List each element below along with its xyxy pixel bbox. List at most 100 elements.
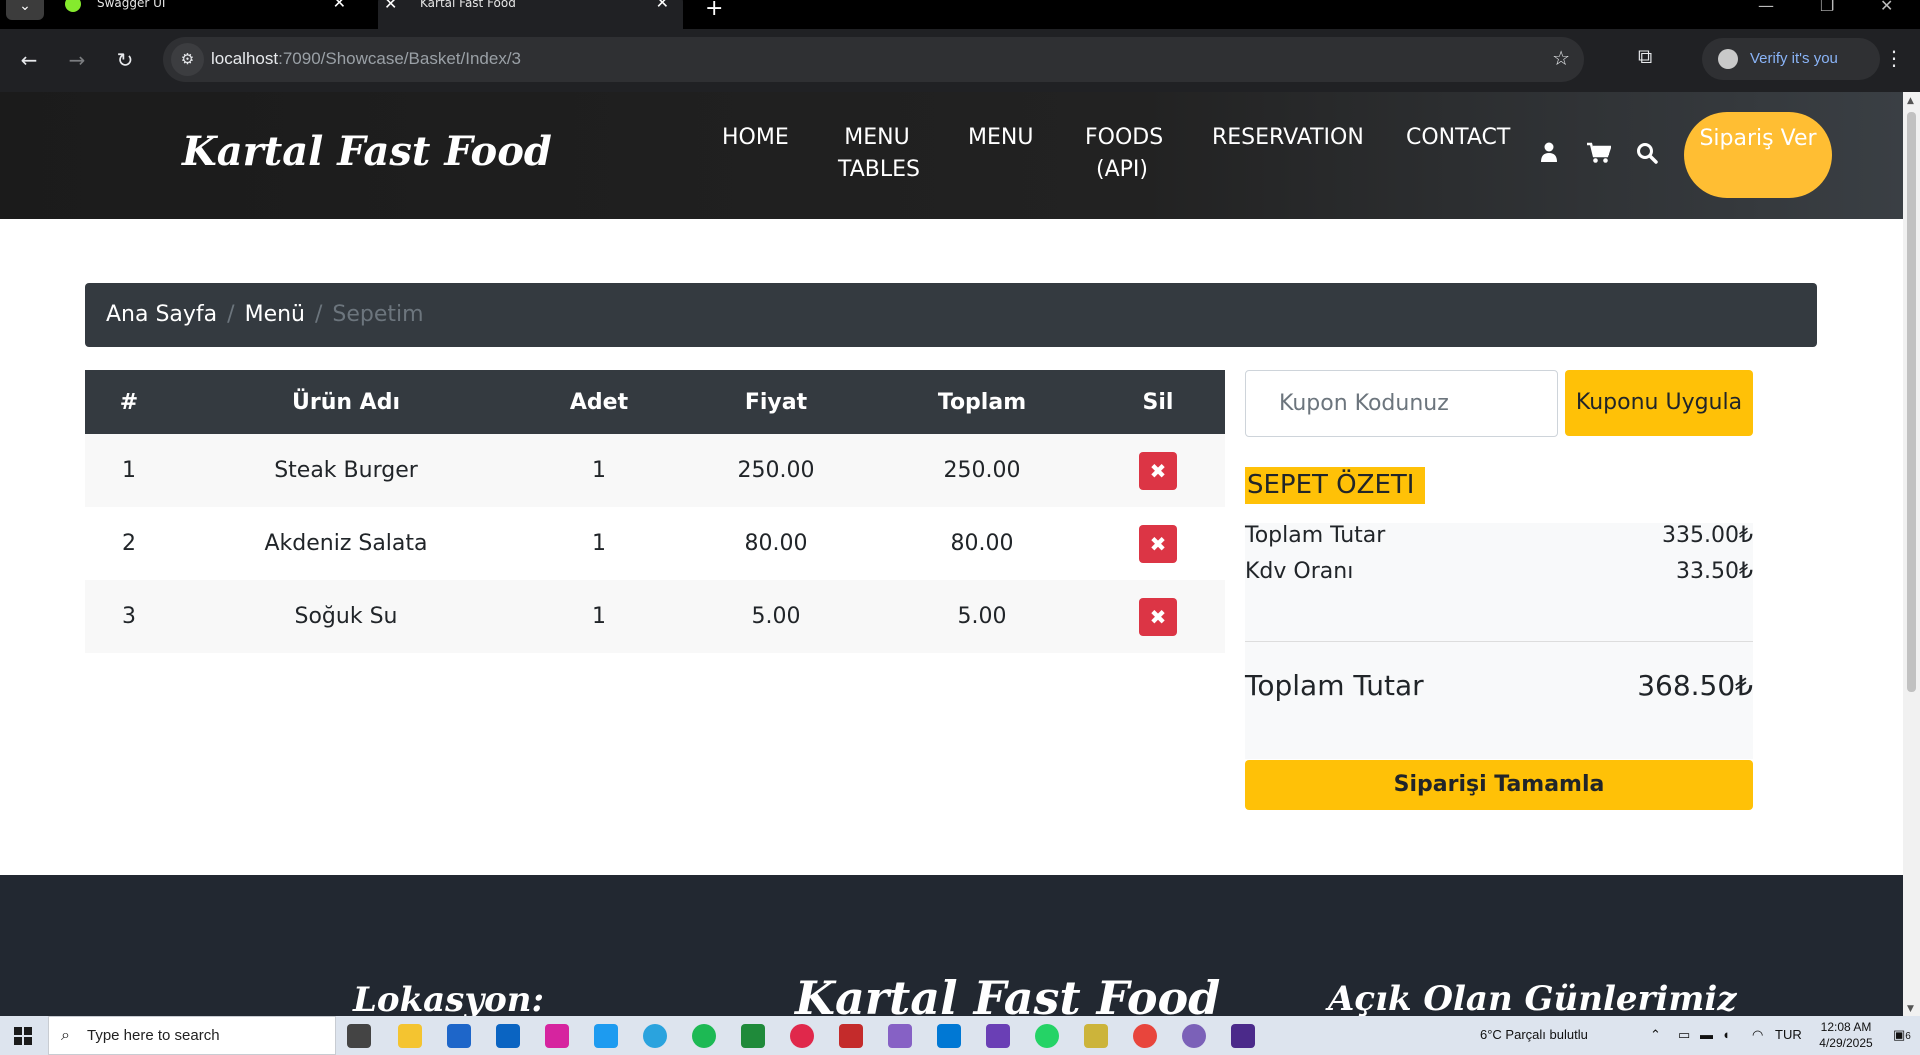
network-icon[interactable]: ▭ xyxy=(1678,1027,1690,1043)
nav-home[interactable]: HOME xyxy=(722,122,789,154)
telegram-icon[interactable] xyxy=(643,1024,667,1048)
weather-widget[interactable]: 6°C Parçalı bulutlu xyxy=(1480,1027,1588,1042)
scroll-down-icon[interactable]: ▼ xyxy=(1907,1004,1914,1014)
site-header: Kartal Fast Food HOME MENU TABLES MENU F… xyxy=(0,92,1903,219)
apply-coupon-button[interactable]: Kuponu Uygula xyxy=(1565,370,1753,436)
grand-total-label: Toplam Tutar xyxy=(1245,669,1424,702)
col-header-delete: Sil xyxy=(1091,370,1225,434)
footer-open-days-heading: Açık Olan Günlerimiz xyxy=(1328,979,1737,1016)
delete-item-button[interactable]: ✖ xyxy=(1139,524,1177,563)
bookmark-star-icon[interactable]: ☆ xyxy=(1552,46,1570,70)
row-number: 3 xyxy=(85,580,173,653)
chrome-icon[interactable] xyxy=(1133,1024,1157,1048)
twitter-icon[interactable] xyxy=(594,1024,618,1048)
wifi-icon[interactable]: ◠ xyxy=(1752,1027,1763,1043)
terminal-icon[interactable] xyxy=(1231,1024,1255,1048)
close-window-icon[interactable]: ✕ xyxy=(1880,0,1893,15)
site-logo[interactable]: Kartal Fast Food xyxy=(182,128,552,175)
product-name: Akdeniz Salata xyxy=(173,507,519,580)
language-indicator[interactable]: TUR xyxy=(1775,1027,1802,1042)
reload-icon[interactable]: ↻ xyxy=(110,45,140,75)
task-view-icon[interactable] xyxy=(347,1024,371,1048)
vscode-icon[interactable] xyxy=(937,1024,961,1048)
excel-icon[interactable] xyxy=(741,1024,765,1048)
tor-browser-icon[interactable] xyxy=(1182,1024,1206,1048)
minimize-icon[interactable]: — xyxy=(1758,0,1774,15)
page-scrollbar[interactable]: ▲ ▼ xyxy=(1903,92,1920,1016)
breadcrumb-home[interactable]: Ana Sayfa xyxy=(106,302,217,327)
browser-menu-icon[interactable]: ⋮ xyxy=(1884,46,1904,70)
browser-tab-swagger[interactable]: Swagger UI ✕ xyxy=(55,0,360,29)
product-name: Steak Burger xyxy=(173,434,519,507)
profile-button[interactable]: Verify it's you xyxy=(1702,38,1880,80)
opera-icon[interactable] xyxy=(790,1024,814,1048)
outlook-icon[interactable] xyxy=(496,1024,520,1048)
subtotal-value: 335.00₺ xyxy=(1662,523,1753,548)
site-info-icon[interactable]: ⚙ xyxy=(171,43,204,76)
address-bar[interactable]: ⚙ localhost:7090/Showcase/Basket/Index/3… xyxy=(163,37,1584,82)
windows-taskbar: ⌕ Type here to search 6°C Parçalı bulutl… xyxy=(0,1016,1920,1055)
whatsapp-icon[interactable] xyxy=(1035,1024,1059,1048)
product-qty: 1 xyxy=(519,507,679,580)
summary-divider xyxy=(1245,641,1753,642)
user-icon[interactable] xyxy=(1540,142,1558,168)
order-now-button[interactable]: Sipariş Ver xyxy=(1684,112,1832,198)
tab-title: Kartal Fast Food xyxy=(420,0,516,10)
nav-foods-api[interactable]: FOODS (API) xyxy=(1085,122,1163,186)
forward-arrow-icon[interactable]: → xyxy=(62,45,92,75)
nav-contact[interactable]: CONTACT xyxy=(1406,122,1510,154)
windows-start-icon[interactable] xyxy=(14,1027,32,1045)
spotify-icon[interactable] xyxy=(692,1024,716,1048)
toolbox-icon[interactable] xyxy=(839,1024,863,1048)
cart-icon[interactable] xyxy=(1587,142,1612,170)
battery-icon[interactable]: ▬ xyxy=(1700,1027,1713,1042)
site-favicon-icon: ✕ xyxy=(384,0,398,13)
visual-studio-icon[interactable] xyxy=(888,1024,912,1048)
row-number: 2 xyxy=(85,507,173,580)
close-tab-icon[interactable]: ✕ xyxy=(333,0,346,12)
summary-grand-total-row: Toplam Tutar 368.50₺ xyxy=(1245,669,1753,702)
taskbar-clock[interactable]: 12:08 AM 4/29/2025 xyxy=(1810,1019,1882,1051)
product-price: 5.00 xyxy=(679,580,873,653)
file-explorer-icon[interactable] xyxy=(398,1024,422,1048)
microsoft-store-icon[interactable] xyxy=(447,1024,471,1048)
complete-order-button[interactable]: Siparişi Tamamla xyxy=(1245,760,1753,810)
delete-item-button[interactable]: ✖ xyxy=(1139,451,1177,490)
product-qty: 1 xyxy=(519,434,679,507)
visual-studio-2-icon[interactable] xyxy=(986,1024,1010,1048)
footer-brand: Kartal Fast Food xyxy=(795,971,1221,1016)
scroll-up-icon[interactable]: ▲ xyxy=(1907,96,1914,106)
instagram-icon[interactable] xyxy=(545,1024,569,1048)
breadcrumb-menu[interactable]: Menü xyxy=(245,302,305,327)
tax-label: Kdv Oranı xyxy=(1245,559,1354,584)
tray-overflow-icon[interactable]: ⌃ xyxy=(1650,1027,1661,1043)
scrollbar-thumb[interactable] xyxy=(1907,112,1916,692)
url-text[interactable]: localhost:7090/Showcase/Basket/Index/3 xyxy=(211,49,521,69)
breadcrumb: Ana Sayfa / Menü / Sepetim xyxy=(85,283,1817,347)
back-arrow-icon[interactable]: ← xyxy=(14,45,44,75)
browser-tab-kartal[interactable]: ✕ Kartal Fast Food ✕ xyxy=(378,0,683,29)
nav-reservation[interactable]: RESERVATION xyxy=(1212,122,1364,154)
product-qty: 1 xyxy=(519,580,679,653)
new-tab-icon[interactable]: + xyxy=(705,0,723,21)
taskbar-search-input[interactable]: ⌕ Type here to search xyxy=(48,1016,336,1055)
coupon-code-input[interactable]: Kupon Kodunuz xyxy=(1245,370,1558,437)
nav-menu-tables[interactable]: MENU TABLES xyxy=(838,122,920,186)
subtotal-label: Toplam Tutar xyxy=(1245,523,1386,548)
tab-search-button[interactable]: ⌄ xyxy=(6,0,44,20)
browser-tab-strip: ⌄ Swagger UI ✕ ✕ Kartal Fast Food ✕ + — … xyxy=(0,0,1920,29)
product-total: 250.00 xyxy=(873,434,1091,507)
swagger-favicon-icon xyxy=(65,0,81,12)
close-tab-icon[interactable]: ✕ xyxy=(656,0,669,12)
nav-menu[interactable]: MENU xyxy=(968,122,1033,154)
restore-icon[interactable]: ❐ xyxy=(1820,0,1834,15)
notifications-icon[interactable]: ▣6 xyxy=(1893,1027,1911,1043)
extensions-icon[interactable]: ⧉ xyxy=(1638,44,1652,68)
paint-icon[interactable] xyxy=(1084,1024,1108,1048)
product-total: 80.00 xyxy=(873,507,1091,580)
volume-icon[interactable]: ◖ xyxy=(1722,1027,1730,1042)
page-viewport: Kartal Fast Food HOME MENU TABLES MENU F… xyxy=(0,92,1903,1016)
avatar xyxy=(1718,49,1738,69)
search-icon[interactable] xyxy=(1636,142,1658,170)
delete-item-button[interactable]: ✖ xyxy=(1139,597,1177,636)
